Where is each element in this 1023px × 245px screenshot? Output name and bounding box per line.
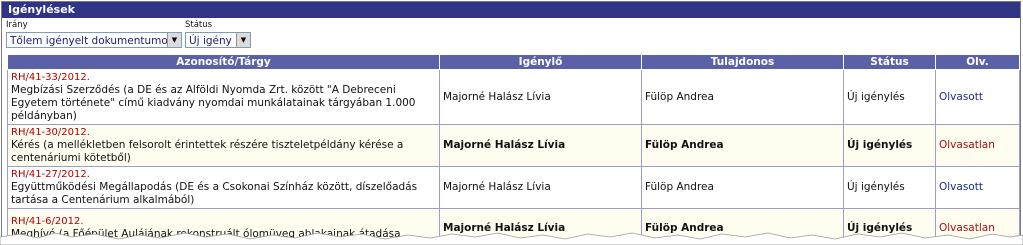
- id-subject-cell[interactable]: RH/41-27/2012. Együttműködési Megállapod…: [7, 166, 440, 209]
- status-label: Státus: [185, 20, 213, 30]
- panel-title: Igénylések: [2, 2, 1020, 18]
- header-requester[interactable]: Igénylő: [439, 54, 642, 70]
- read-state-cell: Olvasatlan: [935, 124, 1020, 167]
- status-value: Új igény: [189, 35, 232, 47]
- requests-panel: Igénylések Irány Tőlem igényelt dokument…: [1, 1, 1021, 243]
- id-subject-cell[interactable]: RH/41-33/2012. Megbízási Szerződés (a DE…: [7, 69, 440, 125]
- requests-table: Azonosító/Tárgy Igénylő Tulajdonos Státu…: [7, 54, 1020, 242]
- owner-cell: Fülöp Andrea: [641, 166, 844, 209]
- read-state-cell: Olvasott: [935, 69, 1020, 125]
- status-cell: Új igénylés: [843, 69, 936, 125]
- document-code[interactable]: RH/41-6/2012.: [11, 215, 436, 228]
- header-id-subject[interactable]: Azonosító/Tárgy: [7, 54, 440, 70]
- owner-cell: Fülöp Andrea: [641, 69, 844, 125]
- status-cell: Új igénylés: [843, 166, 936, 209]
- filter-bar: Irány Tőlem igényelt dokumentumok ▼ Stát…: [2, 18, 1020, 52]
- status-cell: Új igénylés: [843, 124, 936, 167]
- document-code[interactable]: RH/41-33/2012.: [11, 71, 436, 84]
- table-header-row: Azonosító/Tárgy Igénylő Tulajdonos Státu…: [7, 54, 1020, 70]
- status-select[interactable]: Új igény ▼: [185, 32, 251, 48]
- requester-cell: Majorné Halász Lívia: [439, 69, 642, 125]
- chevron-down-icon[interactable]: ▼: [167, 33, 181, 47]
- requester-cell: Majorné Halász Lívia: [439, 124, 642, 167]
- header-owner[interactable]: Tulajdonos: [641, 54, 844, 70]
- torn-edge-decoration: [0, 232, 1023, 245]
- chevron-down-icon[interactable]: ▼: [236, 33, 250, 47]
- read-state-cell: Olvasott: [935, 166, 1020, 209]
- document-code[interactable]: RH/41-27/2012.: [11, 168, 436, 181]
- owner-cell: Fülöp Andrea: [641, 124, 844, 167]
- direction-label: Irány: [6, 20, 28, 30]
- direction-select[interactable]: Tőlem igényelt dokumentumok ▼: [6, 32, 182, 48]
- header-read[interactable]: Olv.: [935, 54, 1020, 70]
- table-row[interactable]: RH/41-30/2012. Kérés (a mellékletben fel…: [7, 124, 1020, 167]
- document-subject: Kérés (a mellékletben felsorolt érintett…: [11, 139, 404, 164]
- requester-cell: Majorné Halász Lívia: [439, 166, 642, 209]
- table-row[interactable]: RH/41-27/2012. Együttműködési Megállapod…: [7, 166, 1020, 209]
- document-code[interactable]: RH/41-30/2012.: [11, 126, 436, 139]
- id-subject-cell[interactable]: RH/41-30/2012. Kérés (a mellékletben fel…: [7, 124, 440, 167]
- document-subject: Megbízási Szerződés (a DE és az Alföldi …: [11, 84, 416, 122]
- document-subject: Együttműködési Megállapodás (DE és a Cso…: [11, 181, 418, 206]
- direction-value: Tőlem igényelt dokumentumok: [10, 35, 174, 47]
- table-row[interactable]: RH/41-33/2012. Megbízási Szerződés (a DE…: [7, 69, 1020, 125]
- header-status[interactable]: Státus: [843, 54, 936, 70]
